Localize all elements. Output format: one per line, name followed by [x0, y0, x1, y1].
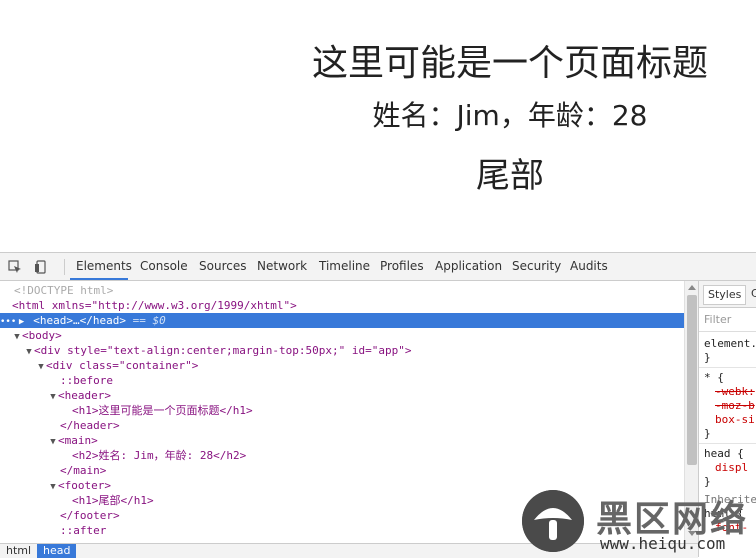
dom-node-after[interactable]: ::after [0, 523, 684, 538]
h1-title-tag: <h1>这里可能是一个页面标题</h1> [72, 404, 253, 417]
after-pseudo: ::after [60, 524, 107, 537]
html-font-prop[interactable]: font- [715, 521, 748, 535]
head-close: } [704, 475, 711, 488]
rule-divider [699, 367, 756, 368]
main-close-tag: </main> [60, 464, 107, 477]
page-footer: 尾部 [476, 156, 544, 196]
rule-divider [699, 443, 756, 444]
devtools-toolbar: Elements Console Sources Network Timelin… [0, 253, 756, 281]
head-selector: head { [704, 447, 744, 460]
dom-node-h1-footer[interactable]: <h1>尾部</h1> [0, 493, 684, 508]
body-open-tag: <body> [22, 329, 62, 342]
devtools-panel: Elements Console Sources Network Timelin… [0, 252, 756, 558]
header-open-tag: <header> [58, 389, 111, 402]
doctype-text: <!DOCTYPE html> [14, 284, 114, 297]
page-viewport: 这里可能是一个页面标题 姓名：Jim，年龄：28 尾部 [0, 0, 756, 252]
element-style-close: } [704, 351, 711, 364]
footer-open-tag: <footer> [58, 479, 111, 492]
dom-node-head-selected[interactable]: ••• ▶ <head>…</head> == $0 [0, 313, 684, 328]
toolbar-divider [64, 259, 65, 275]
main-open-tag: <main> [58, 434, 98, 447]
div-app-tag: <div style="text-align:center;margin-top… [34, 344, 412, 357]
html-selector: html { [704, 507, 744, 520]
head-display-prop[interactable]: displ [715, 461, 748, 475]
scroll-up-icon[interactable] [688, 285, 696, 290]
tab-styles[interactable]: Styles [703, 285, 747, 305]
tab-elements[interactable]: Elements [76, 259, 132, 273]
tab-sources[interactable]: Sources [199, 259, 246, 273]
styles-tabs: Styles C [699, 281, 756, 308]
header-close-tag: </header> [60, 419, 120, 432]
dom-node-html[interactable]: <html xmlns="http://www.w3.org/1999/xhtm… [0, 298, 684, 313]
h1-footer-tag: <h1>尾部</h1> [72, 494, 154, 507]
elements-tree: <!DOCTYPE html> <html xmlns="http://www.… [0, 281, 684, 543]
elements-scrollbar[interactable] [684, 281, 699, 543]
box-sizing-prop[interactable]: box-si [715, 413, 755, 427]
dom-node-h1-title[interactable]: <h1>这里可能是一个页面标题</h1> [0, 403, 684, 418]
div-container-tag: <div class="container"> [46, 359, 199, 372]
tab-profiles[interactable]: Profiles [380, 259, 424, 273]
moz-box-sizing-prop[interactable]: -moz-b [715, 399, 755, 413]
footer-close-tag: </footer> [60, 509, 120, 522]
head-tag: <head>…</head> [33, 314, 126, 327]
universal-selector: * { [704, 371, 724, 384]
scroll-down-icon[interactable] [688, 531, 696, 536]
dom-node-h2-info[interactable]: <h2>姓名: Jim，年龄: 28</h2> [0, 448, 684, 463]
element-style-selector: element. [704, 337, 756, 350]
tab-computed[interactable]: C [747, 285, 756, 303]
webkit-box-sizing-prop[interactable]: -webk: [715, 385, 755, 399]
styles-filter-input[interactable]: Filter [699, 309, 756, 332]
device-toggle-icon[interactable] [34, 259, 48, 274]
styles-sidebar: Styles C Filter element. } * { -webk: -m… [698, 281, 756, 557]
dom-node-footer[interactable]: ▼ <footer> [0, 478, 684, 493]
tab-application[interactable]: Application [435, 259, 502, 273]
html-open-tag: <html xmlns="http://www.w3.org/1999/xhtm… [12, 299, 297, 312]
dom-node-footer-close[interactable]: </footer> [0, 508, 684, 523]
page-title: 这里可能是一个页面标题 [311, 43, 708, 84]
before-pseudo: ::before [60, 374, 113, 387]
dom-node-before[interactable]: ::before [0, 373, 684, 388]
dom-node-div-container[interactable]: ▼ <div class="container"> [0, 358, 684, 373]
tab-console[interactable]: Console [140, 259, 188, 273]
person-info: 姓名：Jim，年龄：28 [372, 99, 648, 132]
tab-network[interactable]: Network [257, 259, 307, 273]
dom-node-div-app[interactable]: ▼ <div style="text-align:center;margin-to… [0, 343, 684, 358]
active-tab-indicator [70, 278, 128, 280]
dom-node-doctype[interactable]: <!DOCTYPE html> [0, 283, 684, 298]
inspect-element-icon[interactable] [8, 259, 22, 273]
dom-node-body[interactable]: ▼ <body> [0, 328, 684, 343]
h2-info-tag: <h2>姓名: Jim，年龄: 28</h2> [72, 449, 247, 462]
dom-node-main[interactable]: ▼ <main> [0, 433, 684, 448]
dom-node-header-close[interactable]: </header> [0, 418, 684, 433]
dom-node-main-close[interactable]: </main> [0, 463, 684, 478]
tab-audits[interactable]: Audits [570, 259, 608, 273]
tab-security[interactable]: Security [512, 259, 561, 273]
selected-node-hint: == $0 [132, 314, 166, 327]
inherited-label: Inherited [704, 493, 756, 506]
scroll-thumb[interactable] [687, 295, 697, 465]
dom-node-header[interactable]: ▼ <header> [0, 388, 684, 403]
universal-close: } [704, 427, 711, 440]
tab-timeline[interactable]: Timeline [319, 259, 370, 273]
